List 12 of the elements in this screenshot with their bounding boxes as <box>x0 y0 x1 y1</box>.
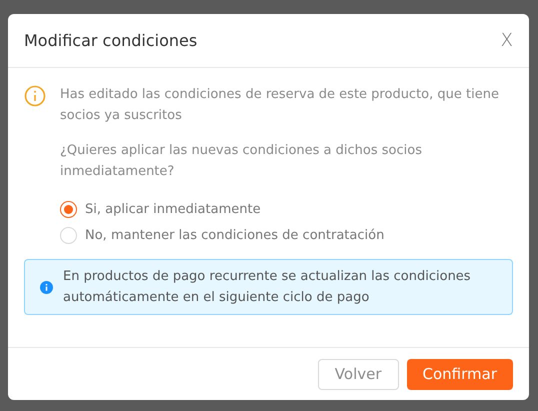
info-icon <box>40 280 53 294</box>
close-button[interactable]: X <box>500 27 513 54</box>
back-button[interactable]: Volver <box>318 358 399 390</box>
warning-info-icon <box>24 85 46 107</box>
dialog-title: Modificar condiciones <box>24 30 198 52</box>
question-text: ¿Quieres aplicar las nuevas condiciones a dichos socios inmediatamente? <box>60 142 423 181</box>
confirm-button[interactable]: Confirmar <box>406 358 513 390</box>
radio-button[interactable] <box>60 201 77 218</box>
radio-option[interactable]: No, mantener las condiciones de contratación <box>60 226 513 245</box>
info-text: En productos de pago recurrente se actualizan las condiciones automáticamente en el siguiente ciclo de pago <box>63 268 472 307</box>
radio-option[interactable]: Si, aplicar inmediatamente <box>60 200 513 220</box>
warning-text: Has editado las condiciones de reserva de este producto, que tiene socios ya suscritos <box>60 86 500 125</box>
